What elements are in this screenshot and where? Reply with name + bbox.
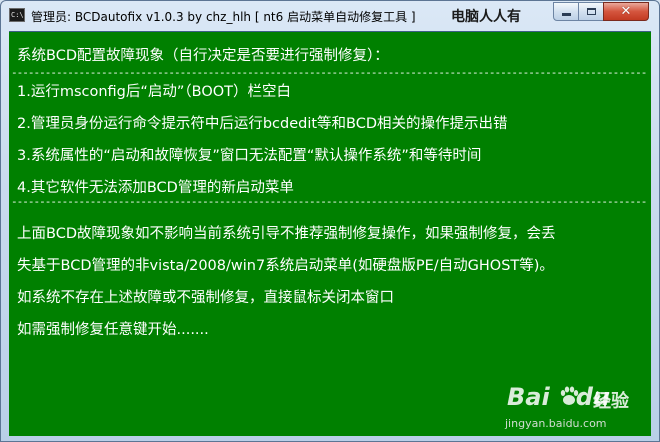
maximize-icon [586, 8, 596, 15]
watermark-url: jingyan.baidu.com [505, 417, 607, 430]
window-title: 管理员: BCDautofix v1.0.3 by chz_hlh [ nt6 … [31, 10, 416, 24]
issue-item-1: 1.运行msconfig后“启动”（BOOT）栏空白 [17, 84, 292, 100]
baidu-jingyan-watermark: Bai du 经验 jingyan.baidu.com [501, 381, 651, 439]
jingyan-text: 经验 [593, 391, 629, 412]
issue-header: 系统BCD配置故障现象（自行决定是否要进行强制修复）： [17, 48, 389, 64]
separator-top [11, 70, 647, 76]
close-button[interactable]: ✕ [603, 2, 649, 21]
warning-line-1: 上面BCD故障现象如不影响当前系统引导不推荐强制修复操作，如果强制修复，会丢 [17, 226, 556, 242]
issue-item-4: 4.其它软件无法添加BCD管理的新启动菜单 [17, 180, 294, 196]
title-brand: 电脑人人有 [451, 9, 521, 25]
minimize-button[interactable] [553, 2, 579, 21]
warning-line-2: 失基于BCD管理的非vista/2008/win7系统启动菜单(如硬盘版PE/自… [17, 258, 554, 274]
close-icon: ✕ [620, 4, 632, 19]
maximize-button[interactable] [578, 2, 604, 21]
separator-bottom [11, 199, 647, 205]
console-output[interactable]: 系统BCD配置故障现象（自行决定是否要进行强制修复）： 1.运行msconfig… [9, 31, 651, 436]
start-prompt: 如需强制修复任意键开始....... [17, 322, 209, 338]
console-window: C:\ 管理员: BCDautofix v1.0.3 by chz_hlh [ … [0, 0, 660, 442]
console-app-icon[interactable]: C:\ [9, 8, 25, 22]
issue-item-2: 2.管理员身份运行命令提示符中后运行bcdedit等和BCD相关的操作提示出错 [17, 116, 508, 132]
baidu-paw-icon [560, 386, 579, 405]
close-hint: 如系统不存在上述故障或不强制修复，直接鼠标关闭本窗口 [17, 290, 394, 306]
issue-item-3: 3.系统属性的“启动和故障恢复”窗口无法配置“默认操作系统”和等待时间 [17, 148, 482, 164]
title-bar[interactable]: C:\ 管理员: BCDautofix v1.0.3 by chz_hlh [ … [1, 1, 659, 31]
minimize-icon [561, 13, 571, 16]
